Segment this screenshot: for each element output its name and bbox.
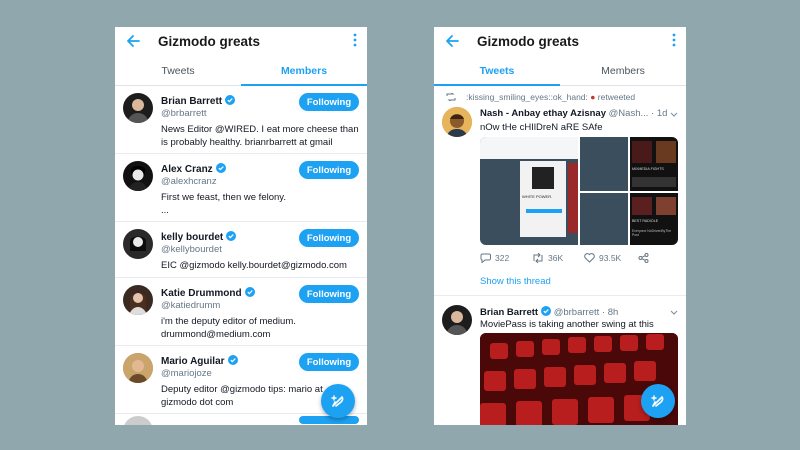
avatar[interactable] [123,285,153,315]
retweet-small-icon [446,93,456,101]
media-caption: MIXMEDIA FIGHTS [632,167,664,171]
tab-members[interactable]: Members [241,58,367,86]
members-screen: Gizmodo greats Tweets Members Brian Barr… [115,27,367,425]
following-button[interactable]: Following [299,161,359,179]
overflow-menu-icon[interactable] [353,33,357,47]
tab-tweets[interactable]: Tweets [434,58,560,86]
following-button[interactable]: Following [299,353,359,371]
members-list: Brian Barrett @brbarrett News Editor @WI… [115,86,367,425]
author-name[interactable]: Nash - Anbay ethay Azisnay [480,108,606,119]
share-icon [638,253,649,263]
media-caption: Everyone NoDrivenByThe Post [632,229,672,237]
tweet-media-grid[interactable]: WHITE POWER. MIXMEDIA FIGHTS BEST RADIOL… [480,137,678,245]
avatar[interactable] [123,353,153,383]
list-item[interactable]: Katie Drummond @katiedrumm i'm the deput… [115,278,367,346]
media-image[interactable]: BEST RADIOLE Everyone NoDrivenByThe Post [630,193,678,245]
back-arrow-icon[interactable] [444,33,460,49]
member-name: Alex Cranz [161,163,226,175]
avatar[interactable] [123,161,153,191]
overflow-menu-icon[interactable] [672,33,676,47]
member-bio: First we feast, then we felony. ... [161,192,286,216]
author-meta: @Nash... · 1d [608,108,668,119]
tab-bar: Tweets Members [115,58,367,86]
share-action[interactable] [638,253,653,263]
compose-button[interactable] [641,384,675,418]
retweeter-name[interactable]: :kissing_smiling_eyes::ok_hand: [466,92,588,102]
following-button[interactable]: Following [299,285,359,303]
member-name: Katie Drummond [161,287,255,299]
retweet-action[interactable]: 36K [532,252,564,264]
list-item[interactable]: kelly bourdet @kellybourdet EIC @gizmodo… [115,222,367,278]
reply-action[interactable]: 322 [480,253,510,264]
balloon-emoji-icon: ● [590,92,596,102]
verified-badge-icon [226,231,237,241]
tweet-actions: 322 36K 93.5K [480,252,680,267]
verified-badge-icon [215,163,226,173]
like-action[interactable]: 93.5K [584,253,621,263]
tab-tweets[interactable]: Tweets [115,58,241,85]
author-name[interactable]: Brian Barrett [480,307,538,318]
reply-count: 322 [495,253,510,263]
tweet-header: Nash - Anbay ethay Azisnay @Nash... · 1d [480,108,667,119]
avatar[interactable] [123,416,153,425]
verified-badge-icon [541,306,552,316]
list-item[interactable]: Alex Cranz @alexhcranz First we feast, t… [115,154,367,222]
avatar[interactable] [442,305,472,335]
reply-icon [480,253,491,264]
tweets-screen: Gizmodo greats Tweets Members :kissing_s… [434,27,686,425]
verified-badge-icon [227,355,238,365]
page-title: Gizmodo greats [477,34,580,49]
page-title: Gizmodo greats [158,34,261,49]
media-image[interactable]: WHITE POWER. [480,137,578,245]
tab-bar: Tweets Members [434,58,686,86]
member-handle: @kellybourdet [161,244,222,255]
tab-members[interactable]: Members [560,58,686,85]
following-button[interactable] [299,416,359,424]
tweet-text: nOw tHe cHIlDreN aRE SAfe [480,122,603,133]
member-name: Mario Aguilar [161,355,238,367]
compose-feather-icon [651,395,664,407]
list-item[interactable]: Brian Barrett @brbarrett News Editor @WI… [115,86,367,154]
media-image[interactable] [580,137,628,191]
media-image[interactable] [580,193,628,245]
tweet-header: Brian Barrett @brbarrett · 8h [480,306,618,318]
avatar[interactable] [123,229,153,259]
back-arrow-icon[interactable] [125,33,141,49]
avatar[interactable] [123,93,153,123]
heart-icon [584,253,595,263]
app-bar: Gizmodo greats [434,27,686,58]
author-meta: @brbarrett · 8h [553,307,619,318]
app-bar: Gizmodo greats [115,27,367,58]
retweet-count: 36K [548,253,564,263]
tweet-divider [434,295,686,296]
retweet-icon [533,252,543,264]
following-button[interactable]: Following [299,93,359,111]
member-bio: EIC @gizmodo kelly.bourdet@gizmodo.com [161,260,347,271]
chevron-down-icon[interactable] [670,112,678,118]
member-handle: @mariojoze [161,368,212,379]
media-image[interactable]: MIXMEDIA FIGHTS [630,137,678,191]
member-handle: @alexhcranz [161,176,217,187]
media-caption: BEST RADIOLE [632,219,659,223]
compose-button[interactable] [321,384,355,418]
following-button[interactable]: Following [299,229,359,247]
member-handle: @brbarrett [161,108,207,119]
show-thread-link[interactable]: Show this thread [480,276,551,287]
avatar[interactable] [442,107,472,137]
retweeted-label: retweeted [597,92,636,102]
chevron-down-icon[interactable] [670,310,678,316]
retweet-context: :kissing_smiling_eyes::ok_hand: ● retwee… [446,92,636,102]
media-caption: WHITE POWER. [522,194,553,199]
member-name: kelly bourdet [161,231,237,243]
verified-badge-icon [225,95,236,105]
member-name: Brian Barrett [161,95,236,107]
verified-badge-icon [244,287,255,297]
member-bio: i'm the deputy editor of medium. drummon… [161,316,296,340]
member-handle: @katiedrumm [161,300,221,311]
tweet-text: MoviePass is taking another swing at thi… [480,319,654,330]
like-count: 93.5K [599,253,622,263]
member-bio: News Editor @WIRED. I eat more cheese th… [161,124,359,148]
compose-feather-icon [331,395,344,407]
